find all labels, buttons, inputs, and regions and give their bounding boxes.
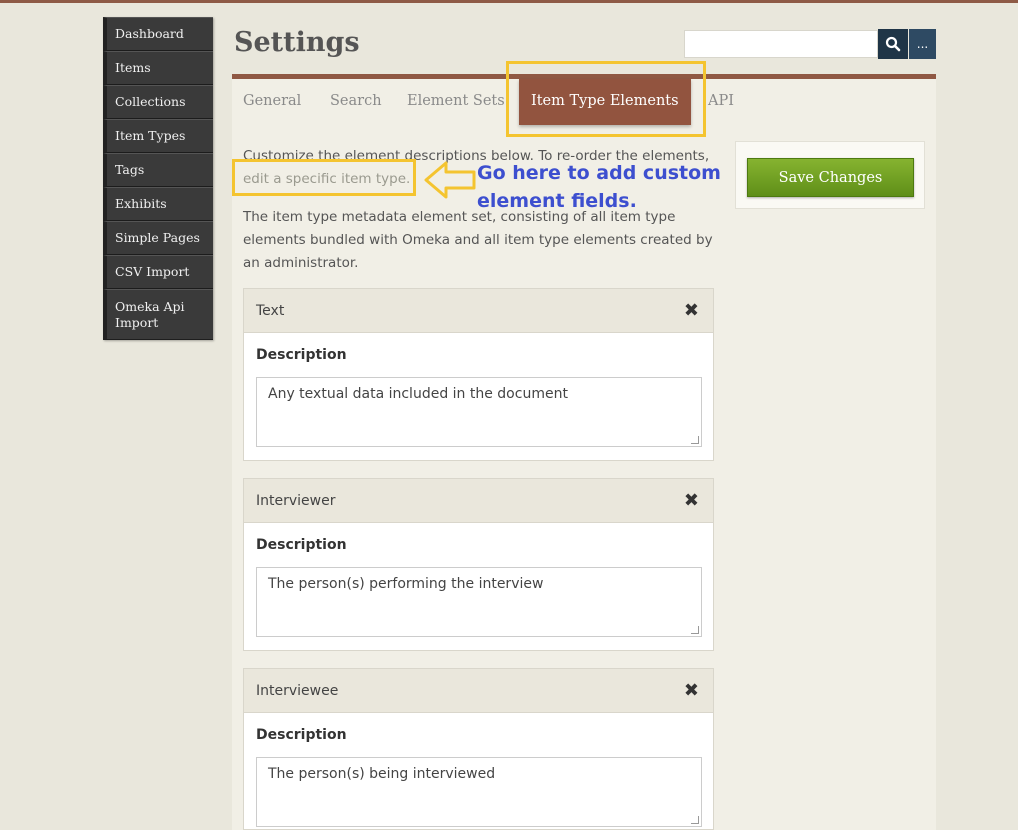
description-value: Any textual data included in the documen… — [268, 386, 568, 402]
description-textarea[interactable]: The person(s) being interviewed — [256, 757, 702, 827]
resize-handle-icon[interactable] — [691, 436, 699, 444]
description-textarea[interactable]: The person(s) performing the interview — [256, 567, 702, 637]
tab-api[interactable]: API — [708, 93, 734, 109]
description-textarea[interactable]: Any textual data included in the documen… — [256, 377, 702, 447]
element-set-description: The item type metadata element set, cons… — [243, 209, 713, 271]
close-icon[interactable]: ✖ — [684, 301, 699, 320]
tab-element-sets[interactable]: Element Sets — [407, 93, 505, 109]
sidebar-item-omeka-api-import[interactable]: Omeka Api Import — [103, 289, 213, 340]
link-highlight-box — [232, 159, 416, 196]
sidebar-item-tags[interactable]: Tags — [103, 153, 213, 187]
element-card-header: Text ✖ — [244, 289, 713, 333]
sidebar-item-exhibits[interactable]: Exhibits — [103, 187, 213, 221]
sidebar-item-simple-pages[interactable]: Simple Pages — [103, 221, 213, 255]
arrow-left-icon — [424, 161, 476, 199]
element-card-interviewee: Interviewee ✖ Description The person(s) … — [243, 668, 714, 830]
sidebar-item-label: Omeka Api Import — [115, 298, 185, 330]
description-value: The person(s) performing the interview — [268, 576, 544, 592]
sidebar-item-dashboard[interactable]: Dashboard — [103, 17, 213, 51]
sidebar-item-label: Tags — [115, 162, 145, 177]
tab-highlight-box — [506, 61, 706, 137]
sidebar-item-label: Simple Pages — [115, 230, 200, 245]
element-card-interviewer: Interviewer ✖ Description The person(s) … — [243, 478, 714, 651]
sidebar-item-items[interactable]: Items — [103, 51, 213, 85]
tab-general[interactable]: General — [243, 93, 301, 109]
element-name: Interviewer — [256, 492, 336, 509]
resize-handle-icon[interactable] — [691, 816, 699, 824]
search-button[interactable] — [878, 29, 908, 59]
save-changes-button[interactable]: Save Changes — [747, 158, 914, 197]
element-card-header: Interviewee ✖ — [244, 669, 713, 713]
description-label: Description — [256, 727, 347, 743]
sidebar-item-label: CSV Import — [115, 264, 190, 279]
sidebar-item-item-types[interactable]: Item Types — [103, 119, 213, 153]
sidebar-item-label: Collections — [115, 94, 186, 109]
sidebar-item-label: Exhibits — [115, 196, 167, 211]
element-card-text: Text ✖ Description Any textual data incl… — [243, 288, 714, 461]
sidebar-item-label: Items — [115, 60, 151, 75]
annotation-callout: Go here to add custom element fields. — [477, 162, 721, 212]
resize-handle-icon[interactable] — [691, 626, 699, 634]
sidebar-item-label: Dashboard — [115, 26, 184, 41]
element-name: Text — [256, 302, 285, 319]
close-icon[interactable]: ✖ — [684, 491, 699, 510]
sidebar-item-label: Item Types — [115, 128, 186, 143]
close-icon[interactable]: ✖ — [684, 681, 699, 700]
sidebar-nav: Dashboard Items Collections Item Types T… — [103, 17, 213, 340]
tab-search[interactable]: Search — [330, 93, 382, 109]
advanced-search-button[interactable]: ... — [909, 29, 936, 59]
description-label: Description — [256, 347, 347, 363]
element-card-header: Interviewer ✖ — [244, 479, 713, 523]
sidebar-item-csv-import[interactable]: CSV Import — [103, 255, 213, 289]
page-title: Settings — [234, 27, 360, 58]
description-label: Description — [256, 537, 347, 553]
element-name: Interviewee — [256, 682, 339, 699]
search-icon — [885, 36, 901, 52]
sidebar-item-collections[interactable]: Collections — [103, 85, 213, 119]
top-border — [0, 0, 1018, 3]
search-input[interactable] — [684, 30, 878, 58]
description-value: The person(s) being interviewed — [268, 766, 496, 782]
